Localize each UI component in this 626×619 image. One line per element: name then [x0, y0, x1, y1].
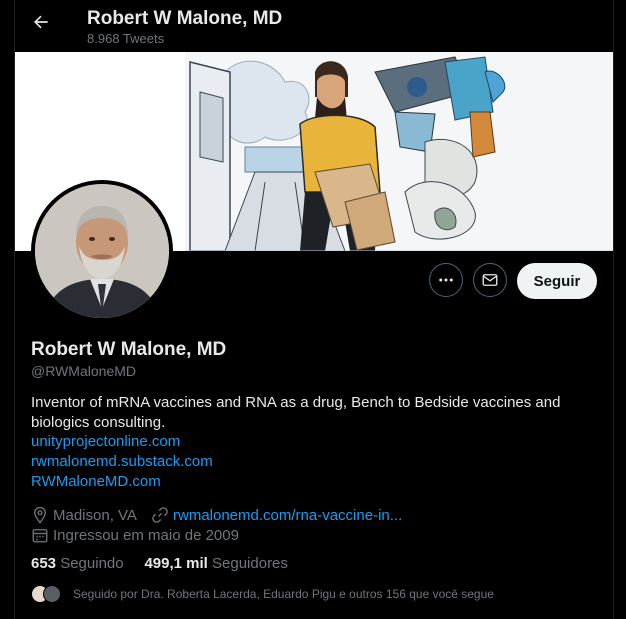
profile-photo	[35, 184, 169, 318]
bio-link-website[interactable]: RWMaloneMD.com	[31, 473, 161, 490]
profile-stats: 653 Seguindo 499,1 mil Seguidores	[31, 555, 288, 572]
link-icon	[152, 507, 168, 523]
bio-link-substack[interactable]: rwmalonemd.substack.com	[31, 453, 213, 470]
top-bar: Robert W Malone, MD 8.968 Tweets	[15, 0, 613, 52]
profile-website[interactable]: rwmalonemd.com/rna-vaccine-in...	[151, 506, 402, 524]
profile-name: Robert W Malone, MD	[31, 339, 227, 360]
header-title: Robert W Malone, MD	[87, 8, 283, 29]
followed-by-text: Seguido por Dra. Roberta Lacerda, Eduard…	[73, 587, 494, 601]
avatar-photo	[35, 184, 169, 318]
arrow-left-icon	[34, 15, 48, 29]
more-button[interactable]	[429, 263, 463, 297]
profile-bio: Inventor of mRNA vaccines and RNA as a d…	[31, 394, 561, 431]
avatar[interactable]	[31, 180, 173, 322]
following-count: 653	[31, 555, 57, 572]
profile-handle: @RWMaloneMD	[31, 363, 136, 379]
following-label: Seguindo	[60, 555, 124, 572]
bio-link-unityproject[interactable]: unityprojectonline.com	[31, 433, 180, 450]
joined-text: Ingressou em maio de 2009	[53, 526, 239, 544]
more-dots-icon	[439, 278, 453, 282]
calendar-icon	[32, 529, 48, 543]
profile-joined: Ingressou em maio de 2009	[31, 526, 239, 544]
back-button[interactable]	[27, 8, 55, 36]
followers-stat[interactable]: 499,1 mil Seguidores	[144, 555, 287, 572]
followed-by[interactable]: Seguido por Dra. Roberta Lacerda, Eduard…	[31, 585, 494, 603]
profile-location: Madison, VA	[31, 506, 137, 524]
location-pin-icon	[34, 506, 46, 524]
profile-column: Robert W Malone, MD 8.968 Tweets Seguir …	[14, 0, 614, 619]
location-text: Madison, VA	[53, 506, 137, 524]
followers-label: Seguidores	[212, 555, 288, 572]
message-button[interactable]	[473, 263, 507, 297]
website-link[interactable]: rwmalonemd.com/rna-vaccine-in...	[173, 507, 402, 524]
following-stat[interactable]: 653 Seguindo	[31, 555, 128, 572]
follow-button[interactable]: Seguir	[517, 263, 597, 299]
follower-avatar-2	[43, 585, 61, 603]
envelope-icon	[482, 274, 498, 286]
tweet-count: 8.968 Tweets	[87, 31, 165, 46]
followers-count: 499,1 mil	[144, 555, 208, 572]
